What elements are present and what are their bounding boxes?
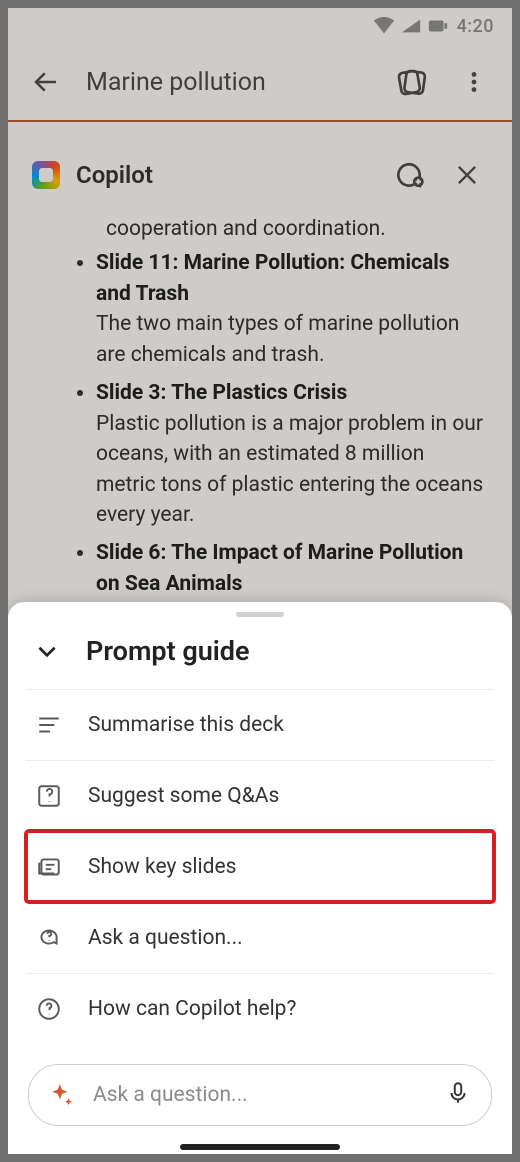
chevron-down-icon bbox=[32, 636, 62, 666]
slides-icon bbox=[34, 852, 64, 882]
sparkle-icon bbox=[49, 1082, 75, 1108]
summary-icon bbox=[34, 710, 64, 740]
microphone-icon bbox=[445, 1078, 471, 1108]
sheet-title: Prompt guide bbox=[86, 635, 250, 667]
sheet-header[interactable]: Prompt guide bbox=[8, 621, 512, 689]
nav-bar-pill[interactable] bbox=[180, 1144, 340, 1150]
drag-handle[interactable] bbox=[236, 612, 284, 617]
chat-input-placeholder: Ask a question... bbox=[93, 1083, 427, 1107]
menu-item-label: Show key slides bbox=[88, 855, 236, 879]
menu-item-show-key-slides[interactable]: Show key slides bbox=[26, 831, 494, 902]
help-icon bbox=[34, 994, 64, 1024]
menu-item-label: Suggest some Q&As bbox=[88, 784, 279, 808]
chat-input-area: Ask a question... bbox=[8, 1048, 512, 1154]
chat-input[interactable]: Ask a question... bbox=[28, 1064, 492, 1126]
prompt-guide-sheet: Prompt guide Summarise this deck Suggest… bbox=[8, 602, 512, 1154]
menu-item-summarise[interactable]: Summarise this deck bbox=[26, 689, 494, 760]
menu-item-label: Summarise this deck bbox=[88, 713, 284, 737]
menu-item-label: Ask a question... bbox=[88, 926, 243, 950]
menu-item-label: How can Copilot help? bbox=[88, 997, 296, 1021]
mic-button[interactable] bbox=[445, 1078, 471, 1112]
menu-item-ask-question[interactable]: Ask a question... bbox=[26, 902, 494, 973]
qa-icon bbox=[34, 781, 64, 811]
menu-item-suggest-qa[interactable]: Suggest some Q&As bbox=[26, 760, 494, 831]
chat-question-icon bbox=[34, 923, 64, 953]
prompt-menu: Summarise this deck Suggest some Q&As Sh… bbox=[8, 689, 512, 1048]
menu-item-copilot-help[interactable]: How can Copilot help? bbox=[26, 973, 494, 1044]
